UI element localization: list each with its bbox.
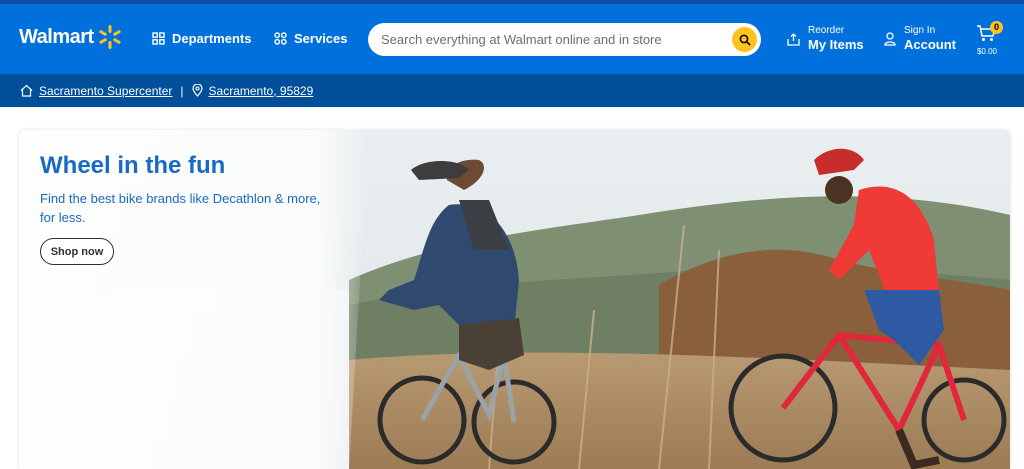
hero-subtitle: Find the best bike brands like Decathlon… — [40, 191, 321, 225]
reorder-small-label: Reorder — [808, 25, 845, 36]
account-big-label: Account — [904, 37, 956, 52]
spark-icon — [99, 25, 121, 49]
hero-title: Wheel in the fun — [40, 152, 226, 179]
search-button[interactable] — [732, 27, 757, 52]
departments-button[interactable]: Departments — [152, 31, 251, 46]
hero-image — [19, 130, 1010, 469]
site-header: Walmart Departments Services Search ever… — [0, 4, 1024, 74]
search-icon — [739, 34, 751, 46]
reorder-icon — [787, 32, 800, 46]
reorder-big-label: My Items — [808, 37, 864, 52]
zip-selector[interactable]: Sacramento, 95829 — [191, 83, 314, 98]
reorder-button[interactable]: Reorder My Items — [787, 25, 864, 53]
grid-icon — [152, 32, 165, 45]
services-grid-icon — [274, 32, 287, 45]
departments-label: Departments — [172, 31, 252, 46]
shop-now-button[interactable]: Shop now — [40, 238, 114, 265]
user-icon — [884, 32, 896, 46]
location-separator: | — [180, 83, 184, 98]
home-icon — [20, 84, 33, 97]
services-button[interactable]: Services — [274, 31, 348, 46]
location-bar: Sacramento Supercenter | Sacramento, 958… — [0, 74, 1024, 107]
location-pin-icon — [191, 84, 203, 97]
walmart-logo[interactable]: Walmart — [19, 24, 123, 50]
account-small-label: Sign In — [904, 25, 936, 36]
search-bar — [368, 23, 761, 56]
account-button[interactable]: Sign In Account — [884, 25, 956, 53]
services-label: Services — [294, 31, 348, 46]
search-input[interactable] — [381, 32, 721, 47]
logo-text: Walmart — [19, 25, 94, 48]
cart-button[interactable]: 0 $0.00 — [976, 21, 1003, 56]
zip-label: Sacramento, 95829 — [208, 83, 314, 98]
cart-count-badge: 0 — [990, 21, 1003, 34]
hero-banner: Wheel in the fun Find the best bike bran… — [19, 130, 1010, 469]
store-name: Sacramento Supercenter — [39, 83, 173, 98]
store-selector[interactable]: Sacramento Supercenter — [20, 84, 172, 98]
cart-total: $0.00 — [976, 47, 998, 56]
